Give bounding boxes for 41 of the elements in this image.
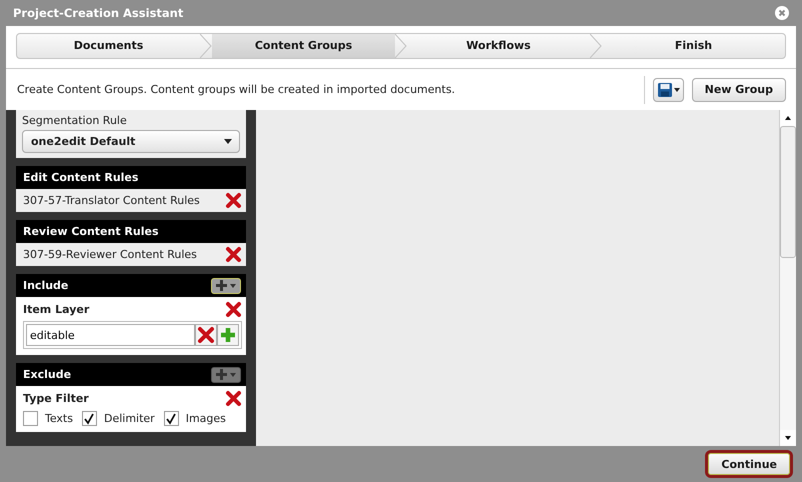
checkbox-label: Texts bbox=[45, 412, 73, 425]
rule-name: 307-57-Translator Content Rules bbox=[23, 194, 200, 207]
wizard-step[interactable]: Documents bbox=[17, 34, 200, 58]
add-dropdown-button[interactable] bbox=[211, 278, 241, 294]
new-group-button[interactable]: New Group bbox=[692, 78, 786, 102]
section-title: Include bbox=[23, 279, 68, 292]
checkbox[interactable] bbox=[23, 411, 38, 426]
layer-input-field[interactable]: editable bbox=[26, 324, 195, 346]
plus-icon bbox=[216, 280, 227, 291]
rule-name: 307-59-Reviewer Content Rules bbox=[23, 248, 197, 261]
close-icon[interactable] bbox=[775, 6, 789, 20]
window-title: Project-Creation Assistant bbox=[13, 6, 184, 20]
checkbox-label: Delimiter bbox=[104, 412, 155, 425]
wizard-step[interactable]: Content Groups bbox=[212, 34, 395, 58]
checkbox-label: Images bbox=[186, 412, 226, 425]
delete-icon[interactable] bbox=[225, 301, 242, 318]
wizard-step[interactable]: Finish bbox=[602, 34, 785, 58]
caret-icon bbox=[230, 372, 236, 376]
segmentation-dropdown[interactable]: one2edit Default bbox=[22, 130, 240, 153]
caret-icon bbox=[224, 139, 232, 144]
filter-title: Type Filter bbox=[23, 392, 89, 405]
delete-icon[interactable] bbox=[195, 324, 217, 346]
caret-icon bbox=[674, 88, 680, 92]
plus-icon bbox=[216, 369, 227, 380]
filter-title: Item Layer bbox=[23, 303, 90, 316]
section-title: Exclude bbox=[23, 368, 72, 381]
add-icon[interactable] bbox=[217, 324, 239, 346]
delete-icon[interactable] bbox=[225, 192, 242, 209]
caret-icon bbox=[230, 284, 236, 288]
checkbox[interactable] bbox=[82, 411, 97, 426]
checkbox[interactable] bbox=[164, 411, 179, 426]
delete-icon[interactable] bbox=[225, 390, 242, 407]
section-title: Edit Content Rules bbox=[23, 171, 138, 184]
save-dropdown-button[interactable] bbox=[652, 78, 684, 102]
delete-icon[interactable] bbox=[225, 246, 242, 263]
description-text: Create Content Groups. Content groups will be created in imported documents. bbox=[17, 83, 456, 96]
field-label: Segmentation Rule bbox=[22, 114, 128, 127]
continue-button[interactable]: Continue bbox=[708, 453, 790, 475]
scrollbar[interactable] bbox=[779, 110, 796, 446]
section-title: Review Content Rules bbox=[23, 225, 159, 238]
wizard-step[interactable]: Workflows bbox=[407, 34, 590, 58]
